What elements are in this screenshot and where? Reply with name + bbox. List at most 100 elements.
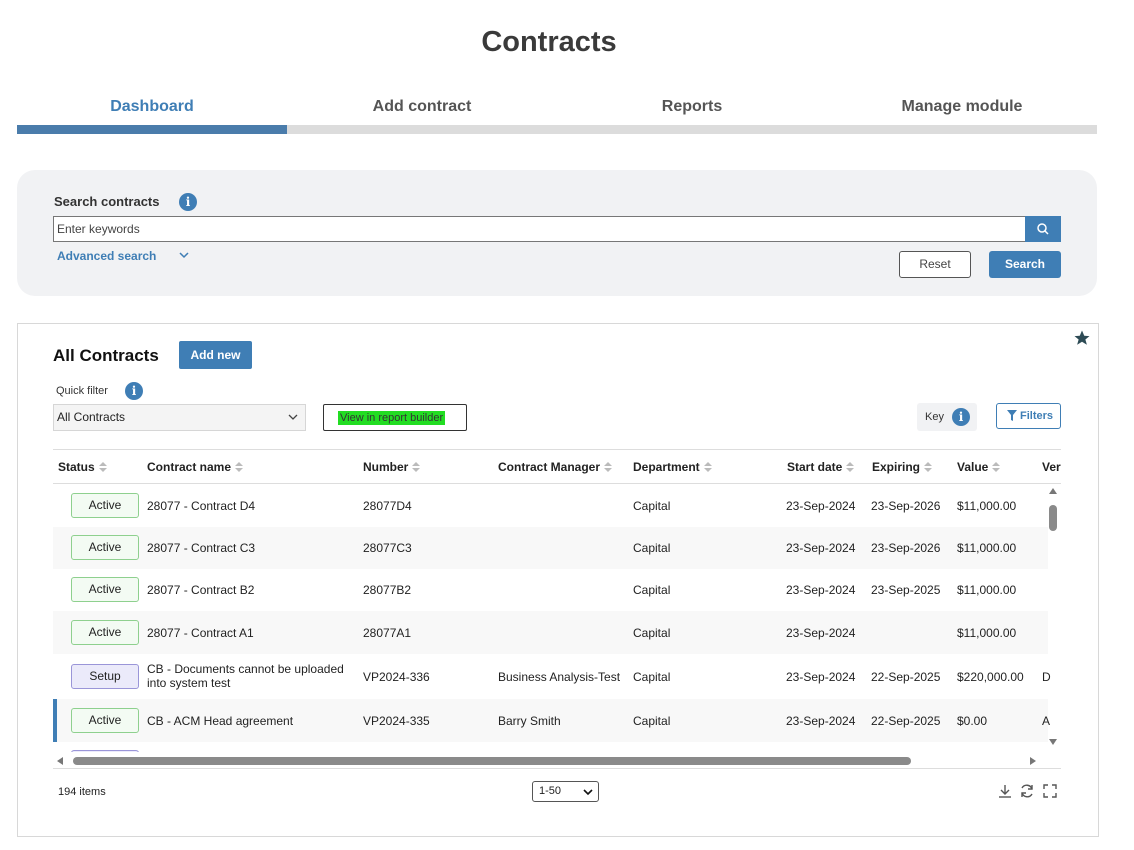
page-title: Contracts — [481, 26, 617, 58]
tab-indicator — [287, 125, 557, 134]
column-header-status[interactable]: Status — [58, 460, 107, 474]
download-icon[interactable] — [997, 783, 1013, 799]
info-icon[interactable]: i — [179, 193, 197, 211]
contracts-title: All Contracts — [53, 346, 159, 365]
advanced-search-link[interactable]: Advanced search — [57, 249, 156, 263]
contract-name-line: into system test — [147, 676, 231, 690]
status-badge: Active — [71, 708, 139, 733]
sort-icon[interactable] — [235, 462, 244, 473]
start-date: 23-Sep-2024 — [786, 499, 856, 513]
contract-name[interactable]: 28077 - Contract D4 — [147, 499, 255, 513]
sort-icon[interactable] — [924, 462, 933, 473]
table-row[interactable]: Active CB - ACM Head agreement VP2024-33… — [53, 699, 1050, 742]
table-row[interactable]: Active 28077 - Contract D4 28077D4 Capit… — [53, 485, 1048, 527]
key-label: Key — [925, 411, 944, 423]
status-badge: Active — [71, 620, 139, 645]
page-size-select[interactable]: 1-50 — [532, 781, 599, 802]
sort-icon[interactable] — [412, 462, 421, 473]
tab-label: Add contract — [372, 98, 472, 115]
tab-label: Manage module — [901, 98, 1023, 115]
contract-number: VP2024-336 — [363, 670, 430, 684]
contracts-table: Status Contract name Number Contract Man… — [53, 449, 1061, 771]
search-label: Search contracts — [54, 194, 160, 209]
tab-indicator — [17, 125, 287, 134]
expiring-date: 23-Sep-2026 — [871, 499, 941, 513]
quick-filter-label: Quick filter — [56, 385, 108, 397]
tab-add-contract[interactable]: Add contract — [287, 95, 557, 134]
search-icon-button[interactable] — [1025, 216, 1061, 242]
contracts-card: All Contracts Add new Quick filter i All… — [17, 323, 1099, 837]
sort-icon[interactable] — [992, 462, 1001, 473]
column-header-department[interactable]: Department — [633, 460, 712, 474]
column-header-expiring[interactable]: Expiring — [872, 460, 933, 474]
star-icon[interactable] — [1073, 329, 1091, 347]
search-input[interactable] — [53, 216, 1026, 242]
fullscreen-icon[interactable] — [1042, 783, 1058, 799]
contract-value: $220,000.00 — [957, 670, 1024, 684]
quick-filter-select[interactable]: All Contracts — [53, 404, 306, 431]
start-date: 23-Sep-2024 — [786, 670, 856, 684]
department: Capital — [633, 714, 671, 728]
contract-value: $11,000.00 — [957, 499, 1017, 513]
contract-name-line: CB - Documents cannot be uploaded — [147, 662, 344, 676]
expiring-date: 22-Sep-2025 — [871, 670, 941, 684]
chevron-down-icon — [583, 789, 593, 796]
contract-number: 28077C3 — [363, 541, 412, 555]
status-badge — [71, 750, 139, 752]
contract-name[interactable]: 28077 - Contract C3 — [147, 541, 255, 555]
vertical-scrollbar[interactable] — [1046, 484, 1060, 750]
table-row[interactable]: Setup CB - Documents cannot be uploaded … — [53, 654, 1051, 699]
sort-icon[interactable] — [98, 462, 107, 473]
department: Capital — [633, 626, 671, 640]
department: Capital — [633, 541, 671, 555]
start-date: 23-Sep-2024 — [786, 714, 856, 728]
view-in-report-builder-button[interactable]: View in report builder — [323, 404, 467, 431]
table-row[interactable]: Active 28077 - Contract B2 28077B2 Capit… — [53, 569, 1048, 611]
filter-icon — [1007, 410, 1017, 421]
items-count: 194 items — [58, 786, 106, 798]
table-row[interactable]: Active 28077 - Contract A1 28077A1 Capit… — [53, 611, 1048, 654]
sort-icon[interactable] — [846, 462, 855, 473]
contract-manager: Business Analysis-Test — [498, 670, 621, 684]
key-legend-button[interactable]: Key i — [917, 403, 977, 431]
contract-name[interactable]: 28077 - Contract A1 — [147, 626, 254, 640]
column-header-contract-manager[interactable]: Contract Manager — [498, 460, 613, 474]
contract-number: VP2024-335 — [363, 714, 430, 728]
info-icon[interactable]: i — [125, 382, 143, 400]
reset-button[interactable]: Reset — [899, 251, 971, 278]
filters-button[interactable]: Filters — [996, 403, 1061, 429]
contract-name[interactable]: CB - ACM Head agreement — [147, 714, 293, 728]
add-new-button[interactable]: Add new — [179, 341, 252, 369]
contract-value: $11,000.00 — [957, 626, 1017, 640]
contract-value: $0.00 — [957, 714, 988, 728]
status-badge: Active — [71, 535, 139, 560]
contract-name[interactable]: CB - Documents cannot be uploaded into s… — [147, 662, 344, 690]
status-badge: Setup — [71, 664, 139, 689]
chevron-down-icon — [288, 414, 298, 420]
table-footer: 194 items 1-50 — [53, 768, 1061, 812]
report-builder-label: View in report builder — [338, 411, 446, 425]
column-header-start-date[interactable]: Start date — [787, 460, 855, 474]
column-header-contract-name[interactable]: Contract name — [147, 460, 244, 474]
chevron-down-icon[interactable] — [177, 248, 191, 262]
search-icon — [1037, 223, 1049, 235]
sort-icon[interactable] — [604, 462, 613, 473]
quick-filter-value: All Contracts — [57, 410, 126, 424]
start-date: 23-Sep-2024 — [786, 583, 856, 597]
contract-number: 28077A1 — [363, 626, 412, 640]
contract-name[interactable]: 28077 - Contract B2 — [147, 583, 254, 597]
search-button[interactable]: Search — [989, 251, 1061, 278]
sort-icon[interactable] — [703, 462, 712, 473]
tab-reports[interactable]: Reports — [557, 95, 827, 134]
horizontal-scrollbar[interactable] — [53, 754, 1061, 768]
department: Capital — [633, 499, 671, 513]
tab-dashboard[interactable]: Dashboard — [17, 95, 287, 134]
column-header-ver[interactable]: Ver — [1042, 460, 1061, 474]
tab-manage-module[interactable]: Manage module — [827, 95, 1097, 134]
column-header-number[interactable]: Number — [363, 460, 421, 474]
table-row[interactable]: Active 28077 - Contract C3 28077C3 Capit… — [53, 527, 1048, 569]
tab-indicator — [557, 125, 827, 134]
refresh-icon[interactable] — [1019, 783, 1035, 799]
table-row[interactable] — [53, 742, 1048, 752]
column-header-value[interactable]: Value — [957, 460, 1001, 474]
